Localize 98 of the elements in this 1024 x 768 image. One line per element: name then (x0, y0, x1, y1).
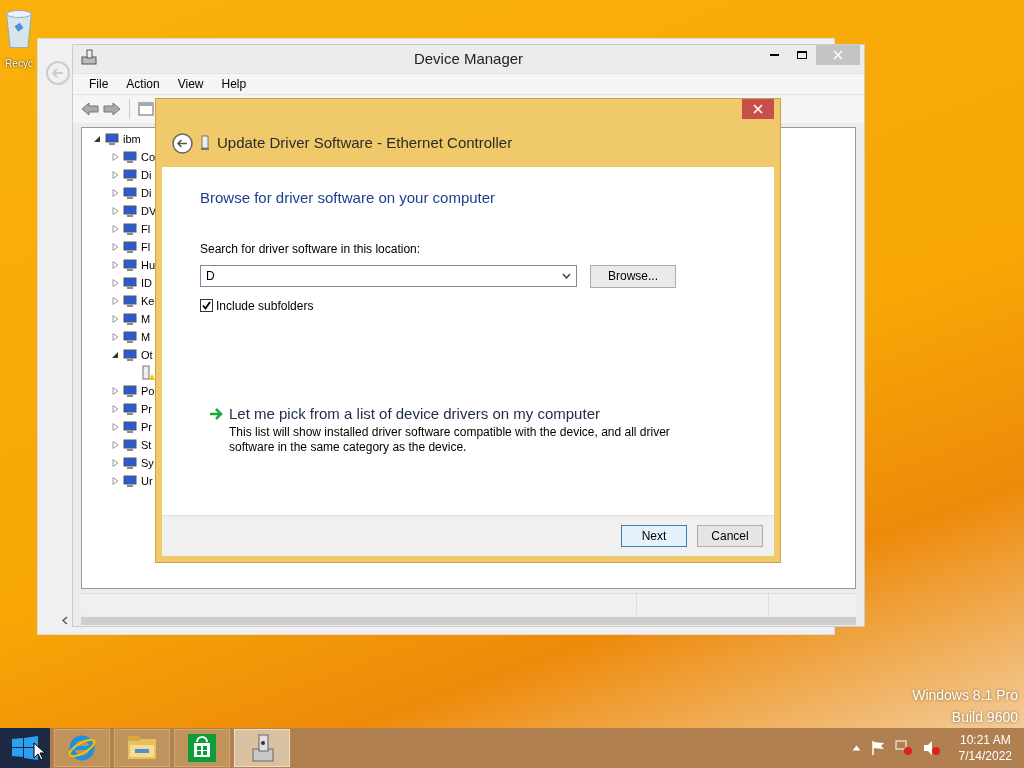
tree-item[interactable]: Di (141, 187, 152, 199)
checkbox-label[interactable]: Include subfolders (216, 296, 314, 315)
horizontal-scrollbar[interactable] (81, 617, 856, 625)
tree-item[interactable]: Pr (141, 421, 152, 433)
network-adapter-icon (201, 135, 209, 151)
folder-icon (127, 735, 157, 761)
window-title: Device Manager (413, 48, 524, 69)
location-combobox[interactable]: D (200, 265, 577, 287)
device-icon (123, 438, 137, 452)
expand-triangle-icon[interactable] (112, 477, 119, 485)
network-error-icon[interactable] (894, 740, 913, 756)
device-icon (123, 420, 137, 434)
expand-triangle-icon[interactable] (112, 315, 119, 323)
tree-item[interactable]: Co (141, 151, 156, 163)
dialog-button[interactable]: Next (621, 525, 687, 547)
store-bag-icon (187, 733, 217, 763)
taskbar-app[interactable] (174, 729, 230, 767)
properties-icon[interactable] (138, 102, 154, 116)
mouse-cursor-icon (33, 742, 45, 761)
dialog-button[interactable]: Cancel (697, 525, 763, 547)
tree-item[interactable]: Hu (141, 259, 156, 271)
expand-triangle-icon[interactable] (112, 405, 119, 413)
tree-item[interactable]: M (141, 331, 151, 343)
tree-item[interactable]: Fl (141, 241, 151, 253)
tree-item[interactable]: Ke (141, 295, 155, 307)
expand-triangle-icon[interactable] (112, 459, 119, 467)
device-icon (123, 186, 137, 200)
warning-device-icon (141, 365, 155, 381)
device-icon (123, 402, 137, 416)
expand-triangle-icon[interactable] (112, 207, 119, 215)
tree-item[interactable]: Sy (141, 457, 154, 469)
tree-item[interactable]: ibm (123, 133, 141, 145)
device-icon (123, 474, 137, 488)
start-button[interactable] (0, 728, 50, 768)
close-button[interactable] (742, 99, 774, 119)
expand-triangle-icon[interactable] (112, 333, 119, 341)
show-hidden-icons-icon[interactable] (851, 745, 861, 751)
link-description: This list will show installed driver software compatible with the device, and all driver software in the same category as the device. (229, 425, 671, 455)
tree-item[interactable]: Fl (141, 223, 151, 235)
edition-watermark: Windows 8.1 Pro (912, 686, 1018, 705)
expand-triangle-icon[interactable] (112, 423, 119, 431)
tree-item[interactable]: St (141, 439, 152, 451)
checkbox[interactable] (200, 299, 213, 312)
tree-item[interactable]: Po (141, 385, 155, 397)
browser-e-icon (67, 733, 97, 763)
tree-item[interactable]: Ur (141, 475, 153, 487)
expand-triangle-icon[interactable] (112, 171, 119, 179)
dialog-title: Update Driver Software - Ethernet Controller (217, 132, 513, 153)
tree-item[interactable]: ID (141, 277, 152, 289)
back-arrow-icon[interactable] (81, 102, 99, 116)
expand-triangle-icon[interactable] (112, 261, 119, 269)
dialog-heading: Browse for driver software on your computer (200, 188, 497, 208)
menu-item[interactable]: Help (221, 75, 247, 93)
arrow-icon (209, 407, 223, 420)
device-icon (123, 222, 137, 236)
device-icon (123, 384, 137, 398)
collapse-triangle-icon[interactable] (94, 135, 101, 143)
device-icon (123, 276, 137, 290)
close-icon (833, 50, 843, 60)
device-icon (123, 204, 137, 218)
scroll-left-icon[interactable] (62, 616, 68, 625)
field-label: Search for driver software in this location: (200, 240, 422, 258)
dropdown-caret-icon[interactable] (562, 273, 571, 279)
device-icon (123, 348, 137, 362)
collapse-triangle-icon[interactable] (112, 351, 119, 359)
tree-item[interactable]: Pr (141, 403, 152, 415)
device-icon (123, 258, 137, 272)
close-icon (753, 104, 763, 114)
forward-arrow-icon[interactable] (103, 102, 121, 116)
expand-triangle-icon[interactable] (112, 441, 119, 449)
device-icon (123, 168, 137, 182)
tree-item[interactable]: Ot (141, 349, 153, 361)
device-icon (123, 240, 137, 254)
link[interactable]: Let me pick from a list of device drivers on my computer (229, 402, 679, 425)
menu-item[interactable]: File (89, 75, 109, 93)
expand-triangle-icon[interactable] (112, 153, 119, 161)
menu-item[interactable]: View (177, 75, 204, 93)
device-icon (105, 132, 119, 146)
tree-item[interactable]: Di (141, 169, 152, 181)
browse-button[interactable]: Browse... (590, 264, 676, 288)
device-icon (123, 456, 137, 470)
menu-item[interactable]: Action (126, 75, 160, 93)
expand-triangle-icon[interactable] (112, 279, 119, 287)
flag-icon[interactable] (870, 740, 885, 756)
computer-icon (81, 49, 97, 65)
device-icon (123, 150, 137, 164)
device-icon (123, 330, 137, 344)
taskbar-app[interactable] (114, 729, 170, 767)
device-icon (123, 294, 137, 308)
tree-item[interactable]: M (141, 313, 151, 325)
expand-triangle-icon[interactable] (112, 297, 119, 305)
expand-triangle-icon[interactable] (112, 189, 119, 197)
expand-triangle-icon[interactable] (112, 243, 119, 251)
speaker-muted-icon[interactable] (922, 740, 941, 756)
edition-watermark: Build 9600 (951, 708, 1018, 727)
expand-triangle-icon[interactable] (112, 387, 119, 395)
expand-triangle-icon[interactable] (112, 225, 119, 233)
device-icon (123, 312, 137, 326)
